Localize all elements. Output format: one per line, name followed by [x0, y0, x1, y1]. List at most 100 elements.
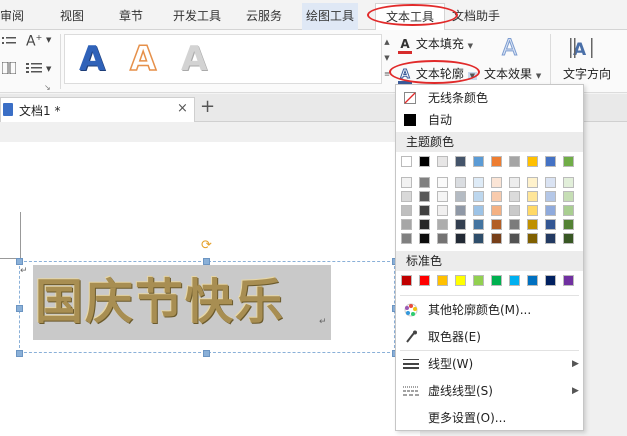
theme-color-shade-swatch[interactable]: [491, 205, 502, 216]
text-fill-button[interactable]: A 文本填充 ▼: [398, 34, 473, 54]
theme-color-shade-swatch[interactable]: [419, 177, 430, 188]
theme-color-shade-swatch[interactable]: [509, 219, 520, 230]
style-orange-outline-a[interactable]: A: [129, 37, 157, 81]
resize-handle[interactable]: [16, 305, 23, 312]
chevron-down-icon[interactable]: ▼: [46, 65, 51, 73]
theme-color-shade-swatch[interactable]: [563, 219, 574, 230]
theme-color-shade-swatch[interactable]: [527, 233, 538, 244]
theme-color-shade-swatch[interactable]: [473, 219, 484, 230]
no-line-color-item[interactable]: 无线条颜色: [396, 87, 583, 109]
theme-color-shade-swatch[interactable]: [419, 233, 430, 244]
standard-color-swatch[interactable]: [401, 275, 412, 286]
theme-color-shade-swatch[interactable]: [563, 205, 574, 216]
more-outline-colors-item[interactable]: 其他轮廓颜色(M)...: [396, 299, 583, 321]
theme-color-shade-swatch[interactable]: [437, 177, 448, 188]
gallery-scroll[interactable]: ▲ ▼ ≡: [382, 34, 392, 84]
dialog-launcher-icon[interactable]: ↘: [44, 83, 51, 92]
close-icon[interactable]: ×: [177, 101, 188, 116]
auto-color-item[interactable]: 自动: [396, 109, 583, 131]
text-direction-button[interactable]: 文字方向: [563, 64, 611, 84]
theme-color-shade-swatch[interactable]: [545, 191, 556, 202]
theme-color-swatch[interactable]: [527, 156, 538, 167]
theme-color-shade-swatch[interactable]: [473, 205, 484, 216]
chevron-up-icon[interactable]: ▲: [382, 34, 392, 50]
theme-color-swatch[interactable]: [509, 156, 520, 167]
theme-color-shade-swatch[interactable]: [491, 233, 502, 244]
standard-color-swatch[interactable]: [545, 275, 556, 286]
standard-color-swatch[interactable]: [527, 275, 538, 286]
word-art-text[interactable]: 国庆节快乐: [35, 267, 285, 337]
standard-color-swatch[interactable]: [455, 275, 466, 286]
theme-color-shade-swatch[interactable]: [563, 233, 574, 244]
resize-handle[interactable]: [203, 258, 210, 265]
text-direction-icon[interactable]: A: [570, 36, 598, 60]
text-style-gallery[interactable]: A A A: [64, 34, 382, 84]
dash-type-item[interactable]: 虚线线型(S) ▶: [396, 380, 583, 402]
list-icon[interactable]: [26, 62, 42, 77]
tab-document-assistant[interactable]: 文档助手: [452, 6, 500, 26]
resize-handle[interactable]: [16, 258, 23, 265]
document-tab[interactable]: 文档1 * ×: [0, 97, 195, 122]
theme-color-shade-swatch[interactable]: [545, 233, 556, 244]
tab-chapter[interactable]: 章节: [119, 6, 143, 26]
add-tab-icon[interactable]: +: [200, 96, 215, 117]
theme-color-shade-swatch[interactable]: [527, 205, 538, 216]
chevron-down-icon[interactable]: ▼: [382, 50, 392, 66]
indent-icon[interactable]: [2, 36, 16, 51]
style-gray-a[interactable]: A: [181, 37, 207, 81]
theme-color-shade-swatch[interactable]: [509, 191, 520, 202]
theme-color-shade-swatch[interactable]: [455, 205, 466, 216]
standard-color-swatch[interactable]: [419, 275, 430, 286]
theme-color-shade-swatch[interactable]: [527, 219, 538, 230]
theme-color-swatch[interactable]: [563, 156, 574, 167]
theme-color-swatch[interactable]: [419, 156, 430, 167]
theme-color-shade-swatch[interactable]: [455, 177, 466, 188]
theme-color-swatch[interactable]: [455, 156, 466, 167]
theme-color-shade-swatch[interactable]: [473, 233, 484, 244]
theme-color-shade-swatch[interactable]: [419, 205, 430, 216]
word-art-box[interactable]: 国庆节快乐: [33, 265, 331, 340]
theme-color-shade-swatch[interactable]: [401, 177, 412, 188]
theme-color-shade-swatch[interactable]: [455, 191, 466, 202]
tab-drawing-tools[interactable]: 绘图工具: [302, 3, 359, 30]
theme-color-shade-swatch[interactable]: [545, 205, 556, 216]
theme-color-shade-swatch[interactable]: [491, 219, 502, 230]
theme-color-shade-swatch[interactable]: [491, 177, 502, 188]
theme-color-shade-swatch[interactable]: [437, 219, 448, 230]
tab-cloud-service[interactable]: 云服务: [246, 6, 282, 26]
theme-color-shade-swatch[interactable]: [509, 177, 520, 188]
theme-color-swatch[interactable]: [473, 156, 484, 167]
theme-color-shade-swatch[interactable]: [455, 219, 466, 230]
theme-color-shade-swatch[interactable]: [527, 191, 538, 202]
text-effect-button[interactable]: 文本效果 ▼: [484, 64, 541, 84]
theme-color-shade-swatch[interactable]: [437, 205, 448, 216]
theme-color-swatch[interactable]: [491, 156, 502, 167]
theme-color-shade-swatch[interactable]: [437, 191, 448, 202]
tab-review[interactable]: 审阅: [0, 6, 24, 26]
theme-color-shade-swatch[interactable]: [419, 219, 430, 230]
rotate-handle-icon[interactable]: ⟳: [201, 238, 212, 253]
standard-color-swatch[interactable]: [509, 275, 520, 286]
theme-color-shade-swatch[interactable]: [401, 191, 412, 202]
more-settings-item[interactable]: 更多设置(O)...: [396, 407, 583, 429]
standard-color-swatch[interactable]: [491, 275, 502, 286]
theme-color-shade-swatch[interactable]: [401, 233, 412, 244]
theme-color-shade-swatch[interactable]: [527, 177, 538, 188]
theme-color-shade-swatch[interactable]: [437, 233, 448, 244]
theme-color-swatch[interactable]: [545, 156, 556, 167]
line-type-item[interactable]: 线型(W) ▶: [396, 353, 583, 375]
theme-color-shade-swatch[interactable]: [545, 219, 556, 230]
theme-color-shade-swatch[interactable]: [419, 191, 430, 202]
tab-view[interactable]: 视图: [60, 6, 84, 26]
theme-color-shade-swatch[interactable]: [545, 177, 556, 188]
columns-icon[interactable]: [1, 61, 17, 77]
text-effect-icon[interactable]: A: [501, 36, 517, 62]
resize-handle[interactable]: [203, 350, 210, 357]
theme-color-shade-swatch[interactable]: [473, 177, 484, 188]
font-grow-icon[interactable]: A+: [26, 33, 42, 50]
theme-color-shade-swatch[interactable]: [401, 219, 412, 230]
theme-color-shade-swatch[interactable]: [473, 191, 484, 202]
theme-color-shade-swatch[interactable]: [509, 205, 520, 216]
tab-developer-tools[interactable]: 开发工具: [173, 6, 221, 26]
theme-color-shade-swatch[interactable]: [563, 177, 574, 188]
